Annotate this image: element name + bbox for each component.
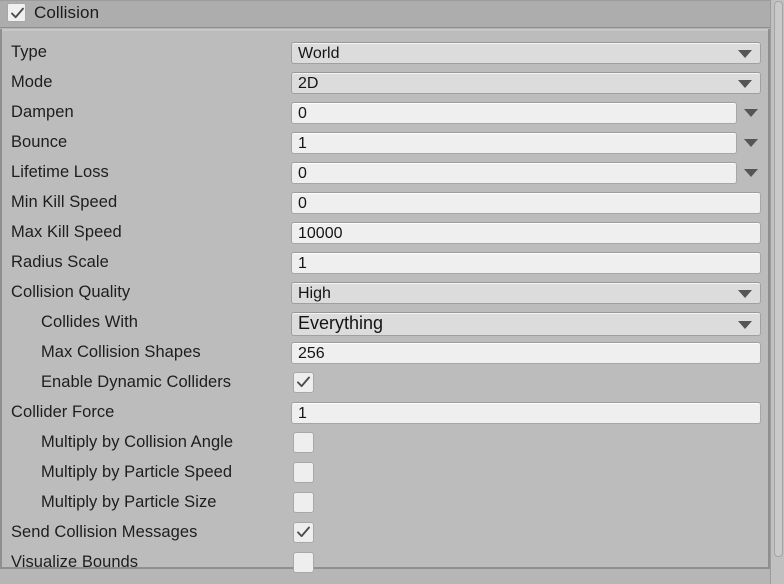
label-max-collision-shapes: Max Collision Shapes [41, 343, 201, 361]
chevron-down-icon[interactable] [744, 169, 758, 177]
label-mode: Mode [11, 73, 53, 91]
label-max-kill-speed: Max Kill Speed [11, 223, 122, 241]
property-row: Min Kill Speed 0 [2, 189, 772, 219]
property-row: Collision Quality High [2, 279, 772, 309]
label-enable-dynamic-colliders: Enable Dynamic Colliders [41, 373, 232, 391]
value-lifetime-loss: 0 [298, 165, 307, 182]
value-type: World [298, 45, 340, 62]
check-icon [11, 7, 24, 19]
header-top-divider [0, 0, 784, 1]
checkbox-send-collision-messages[interactable] [293, 522, 314, 543]
field-mode[interactable]: 2D [291, 72, 761, 94]
checkbox-enable-dynamic-colliders[interactable] [293, 372, 314, 393]
chevron-down-icon[interactable] [738, 290, 752, 298]
module-header[interactable]: Collision [0, 0, 784, 28]
label-collider-force: Collider Force [11, 403, 115, 421]
field-type[interactable]: World [291, 42, 761, 64]
value-max-collision-shapes: 256 [298, 345, 325, 362]
field-max-collision-shapes[interactable]: 256 [291, 342, 761, 364]
property-row: Dampen 0 [2, 99, 772, 129]
label-multiply-by-particle-speed: Multiply by Particle Speed [41, 463, 233, 481]
chevron-down-icon[interactable] [738, 321, 752, 329]
properties-container: Type World Mode 2D Dampen 0 Bounce 1 Lifetime Lo… [0, 29, 772, 573]
chevron-down-icon[interactable] [738, 50, 752, 58]
value-radius-scale: 1 [298, 255, 307, 272]
value-min-kill-speed: 0 [298, 195, 307, 212]
label-collides-with: Collides With [41, 313, 138, 331]
value-collision-quality: High [298, 285, 331, 302]
field-dampen[interactable]: 0 [291, 102, 737, 124]
field-collider-force[interactable]: 1 [291, 402, 761, 424]
collision-module-toggle[interactable] [7, 3, 26, 22]
label-radius-scale: Radius Scale [11, 253, 109, 271]
property-row: Type World [2, 39, 772, 69]
property-row: Multiply by Collision Angle [2, 429, 772, 459]
check-icon [297, 526, 310, 538]
field-min-kill-speed[interactable]: 0 [291, 192, 761, 214]
value-collider-force: 1 [298, 405, 307, 422]
property-row: Visualize Bounds [2, 549, 772, 579]
label-multiply-by-collision-angle: Multiply by Collision Angle [41, 433, 234, 451]
value-mode: 2D [298, 75, 319, 92]
value-collides-with: Everything [298, 313, 384, 333]
field-bounce[interactable]: 1 [291, 132, 737, 154]
chevron-down-icon[interactable] [744, 139, 758, 147]
field-radius-scale[interactable]: 1 [291, 252, 761, 274]
vertical-scrollbar[interactable] [770, 0, 784, 584]
property-row: Radius Scale 1 [2, 249, 772, 279]
label-type: Type [11, 43, 47, 61]
label-dampen: Dampen [11, 103, 74, 121]
inspector-panel: Collision Type World Mode 2D Dampen 0 Bounce 1 L… [0, 0, 784, 584]
module-title: Collision [34, 3, 100, 22]
property-row: Max Collision Shapes 256 [2, 339, 772, 369]
field-collides-with[interactable]: Everything [291, 312, 761, 336]
property-row: Bounce 1 [2, 129, 772, 159]
value-bounce: 1 [298, 135, 307, 152]
property-row: Multiply by Particle Speed [2, 459, 772, 489]
chevron-down-icon[interactable] [738, 80, 752, 88]
value-max-kill-speed: 10000 [298, 225, 343, 242]
property-row: Enable Dynamic Colliders [2, 369, 772, 399]
checkbox-visualize-bounds[interactable] [293, 552, 314, 573]
chevron-down-icon[interactable] [744, 109, 758, 117]
scrollbar-thumb[interactable] [774, 1, 783, 557]
property-row: Collider Force 1 [2, 399, 772, 429]
field-collision-quality[interactable]: High [291, 282, 761, 304]
property-row: Collides With Everything [2, 309, 772, 339]
checkbox-multiply-by-particle-speed[interactable] [293, 462, 314, 483]
check-icon [297, 376, 310, 388]
field-lifetime-loss[interactable]: 0 [291, 162, 737, 184]
property-row: Mode 2D [2, 69, 772, 99]
property-row: Lifetime Loss 0 [2, 159, 772, 189]
property-row: Max Kill Speed 10000 [2, 219, 772, 249]
label-visualize-bounds: Visualize Bounds [11, 553, 139, 571]
panel-top-highlight [2, 29, 768, 31]
value-dampen: 0 [298, 105, 307, 122]
checkbox-multiply-by-particle-size[interactable] [293, 492, 314, 513]
field-max-kill-speed[interactable]: 10000 [291, 222, 761, 244]
label-lifetime-loss: Lifetime Loss [11, 163, 109, 181]
label-bounce: Bounce [11, 133, 68, 151]
checkbox-multiply-by-collision-angle[interactable] [293, 432, 314, 453]
label-multiply-by-particle-size: Multiply by Particle Size [41, 493, 217, 511]
property-row: Send Collision Messages [2, 519, 772, 549]
label-collision-quality: Collision Quality [11, 283, 131, 301]
property-row: Multiply by Particle Size [2, 489, 772, 519]
label-min-kill-speed: Min Kill Speed [11, 193, 118, 211]
label-send-collision-messages: Send Collision Messages [11, 523, 198, 541]
